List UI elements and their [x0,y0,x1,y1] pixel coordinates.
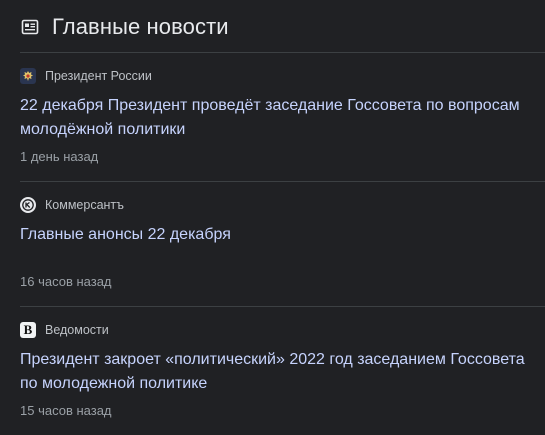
news-icon [20,17,40,37]
divider [20,52,545,53]
news-article[interactable]: Президент России 22 декабря Президент пр… [20,67,535,177]
vedomosti-logo-icon: В [20,322,36,338]
news-article[interactable]: Коммерсантъ Главные анонсы 22 декабря 16… [20,196,535,302]
article-time: 15 часов назад [20,403,112,418]
article-time: 16 часов назад [20,274,112,289]
page-title: Главные новости [52,14,229,39]
source-name: Президент России [45,69,152,83]
russia-emblem-icon [20,68,36,84]
article-source: Коммерсантъ [20,196,535,214]
source-name: Коммерсантъ [45,198,124,212]
divider [20,306,545,307]
kommersant-logo-icon [20,197,36,213]
source-name: Ведомости [45,323,109,337]
top-stories-panel: Главные новости Президент России 22 дека… [0,0,545,435]
vedomosti-logo-letter: В [23,322,33,337]
article-source: Президент России [20,67,535,85]
section-header: Главные новости [20,12,229,42]
news-article[interactable]: В Ведомости Президент закроет «политичес… [20,321,535,425]
article-headline[interactable]: Президент закроет «политический» 2022 го… [20,348,535,396]
article-headline[interactable]: 22 декабря Президент проведёт заседание … [20,94,535,142]
article-source: В Ведомости [20,321,535,339]
article-headline[interactable]: Главные анонсы 22 декабря [20,223,535,247]
divider [20,181,545,182]
article-time: 1 день назад [20,149,99,164]
